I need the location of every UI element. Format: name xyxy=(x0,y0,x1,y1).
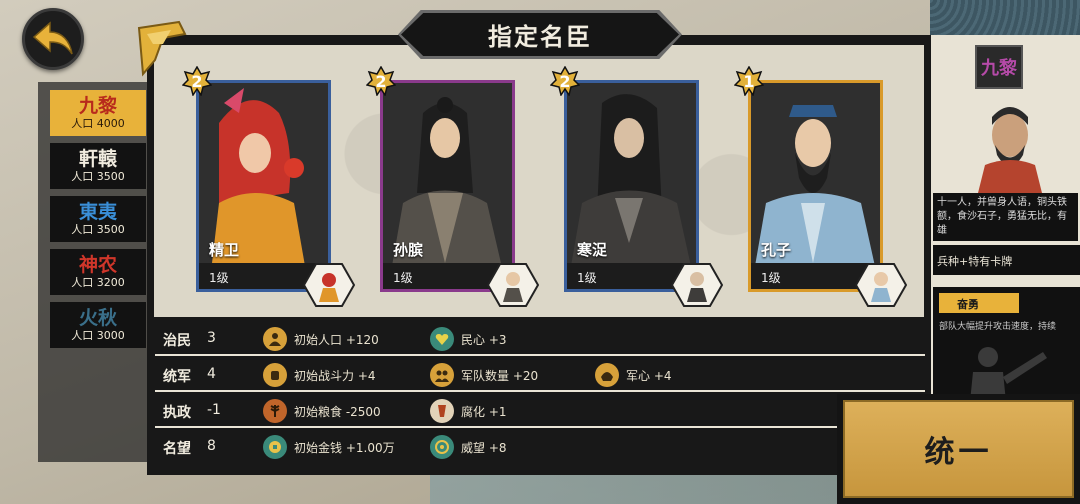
unify-label: 统一 xyxy=(924,435,993,470)
chibi-hexagon xyxy=(487,263,539,307)
chibi-hexagon xyxy=(671,263,723,307)
chibi-hexagon xyxy=(303,263,355,307)
nation-population: 人口 3500 xyxy=(71,223,125,236)
nation-item-shennong[interactable]: 神农 人口 3200 xyxy=(50,249,146,295)
stat-label: 名望 xyxy=(163,441,191,457)
nation-traits: 兵种+特有卡牌 xyxy=(933,245,1080,275)
stat-row-military: 统军 4 初始战斗力 +4 军队数量 +20 军心 +4 xyxy=(155,358,925,392)
nation-description: 十一人，并兽身人语，铜头铁额，食沙石子，勇猛无比，有雄 xyxy=(933,193,1078,241)
chibi-hexagon xyxy=(855,263,907,307)
stat-effect: 初始粮食 -2500 xyxy=(263,398,381,424)
effect-text: 军心 +4 xyxy=(626,368,672,383)
stat-effect: 腐化 +1 xyxy=(430,398,507,424)
unify-button-face: 统一 xyxy=(843,400,1074,498)
stat-value: -1 xyxy=(207,402,221,418)
nation-population: 人口 4000 xyxy=(71,117,125,130)
rank-number: 1 xyxy=(743,71,755,91)
nation-item-xuanyuan[interactable]: 軒轅 人口 3500 xyxy=(50,143,146,189)
nation-badge: 九黎 xyxy=(975,45,1023,89)
stat-label: 治民 xyxy=(163,333,191,349)
card-frame: 孔子 1级 xyxy=(748,80,883,292)
stat-row-reputation: 名望 8 初始金钱 +1.00万 威望 +8 xyxy=(155,430,925,464)
minister-level: 1级 xyxy=(393,271,413,285)
rank-number: 2 xyxy=(375,71,387,91)
nation-name: 神农 xyxy=(78,254,117,276)
stat-value: 3 xyxy=(207,330,216,346)
stat-effect: 初始战斗力 +4 xyxy=(263,362,376,388)
skill-description: 部队大幅提升攻击速度，持续 xyxy=(939,322,1057,332)
effect-text: 军队数量 +20 xyxy=(461,368,539,383)
card-frame: 孙膑 1级 xyxy=(380,80,515,292)
coin-icon xyxy=(263,435,287,459)
stat-row-governance: 治民 3 初始人口 +120 民心 +3 xyxy=(155,322,925,356)
morale-icon xyxy=(595,363,619,387)
nation-name: 東夷 xyxy=(78,201,117,223)
stat-effect: 初始人口 +120 xyxy=(263,326,379,352)
back-button[interactable] xyxy=(22,8,84,70)
effect-text: 初始金钱 +1.00万 xyxy=(294,440,395,455)
nation-item-huoqiu[interactable]: 火秋 人口 3000 xyxy=(50,302,146,348)
rank-number: 2 xyxy=(559,71,571,91)
card-frame: 精卫 1级 xyxy=(196,80,331,292)
minister-card-jingwei[interactable]: 精卫 1级 2 xyxy=(181,65,355,307)
minister-level: 1级 xyxy=(761,271,781,285)
rank-number: 2 xyxy=(191,71,203,91)
effect-text: 腐化 +1 xyxy=(461,404,507,419)
stat-row-administration: 执政 -1 初始粮食 -2500 腐化 +1 xyxy=(155,394,925,428)
stat-value: 8 xyxy=(207,438,216,454)
back-arrow-icon xyxy=(32,21,73,55)
effect-text: 威望 +8 xyxy=(461,440,507,455)
stat-effect: 军队数量 +20 xyxy=(430,362,538,388)
nation-info-panel: 九黎 十一人，并兽身人语，铜头铁额，食沙石子，勇猛无比，有雄 兵种+特有卡牌 奋… xyxy=(925,35,1080,427)
population-icon xyxy=(263,327,287,351)
troops-icon xyxy=(430,363,454,387)
stat-effect: 军心 +4 xyxy=(595,362,672,388)
rank-badge: 2 xyxy=(181,65,213,97)
fist-icon xyxy=(263,363,287,387)
minister-stats: 治民 3 初始人口 +120 民心 +3 统军 4 初始战斗力 +4 军队数量 … xyxy=(155,322,925,462)
prestige-icon xyxy=(430,435,454,459)
rank-badge: 1 xyxy=(733,65,765,97)
effect-text: 初始粮食 -2500 xyxy=(294,404,381,419)
effect-text: 民心 +3 xyxy=(461,332,507,347)
dialog-title: 指定名臣 xyxy=(488,23,592,51)
minister-name: 孙膑 xyxy=(393,241,424,259)
nation-population: 人口 3500 xyxy=(71,170,125,183)
corruption-icon xyxy=(430,399,454,423)
nation-leader-portrait xyxy=(975,107,1045,205)
stat-effect: 民心 +3 xyxy=(430,326,507,352)
minister-name: 孔子 xyxy=(761,241,792,259)
minister-name: 精卫 xyxy=(209,241,240,259)
stat-label: 执政 xyxy=(163,405,191,421)
minister-card-sunbin[interactable]: 孙膑 1级 2 xyxy=(365,65,539,307)
stat-value: 4 xyxy=(207,366,216,382)
grain-icon xyxy=(263,399,287,423)
effect-text: 初始人口 +120 xyxy=(294,332,379,347)
minister-card-kongzi[interactable]: 孔子 1级 1 xyxy=(733,65,907,307)
nation-item-dongyi[interactable]: 東夷 人口 3500 xyxy=(50,196,146,242)
stat-label: 统军 xyxy=(163,369,191,385)
stat-effect: 初始金钱 +1.00万 xyxy=(263,434,395,460)
rank-badge: 2 xyxy=(549,65,581,97)
title-banner: 指定名臣 xyxy=(401,13,679,56)
effect-text: 初始战斗力 +4 xyxy=(294,368,376,383)
skill-title: 奋勇 xyxy=(939,293,1019,313)
stat-effect: 威望 +8 xyxy=(430,434,507,460)
minister-level: 1级 xyxy=(209,271,229,285)
rank-badge: 2 xyxy=(365,65,397,97)
nation-name: 火秋 xyxy=(78,307,117,329)
nation-name: 九黎 xyxy=(78,95,117,117)
minister-card-hanzhuo[interactable]: 寒浞 1级 2 xyxy=(549,65,723,307)
card-frame: 寒浞 1级 xyxy=(564,80,699,292)
nation-population: 人口 3200 xyxy=(71,276,125,289)
heart-icon xyxy=(430,327,454,351)
minister-level: 1级 xyxy=(577,271,597,285)
nation-population: 人口 3000 xyxy=(71,329,125,342)
nation-item-jiuli[interactable]: 九黎 人口 4000 xyxy=(50,90,146,136)
nation-name: 軒轅 xyxy=(78,148,117,170)
minister-name: 寒浞 xyxy=(577,241,608,259)
unify-button[interactable]: 统一 xyxy=(837,394,1080,504)
